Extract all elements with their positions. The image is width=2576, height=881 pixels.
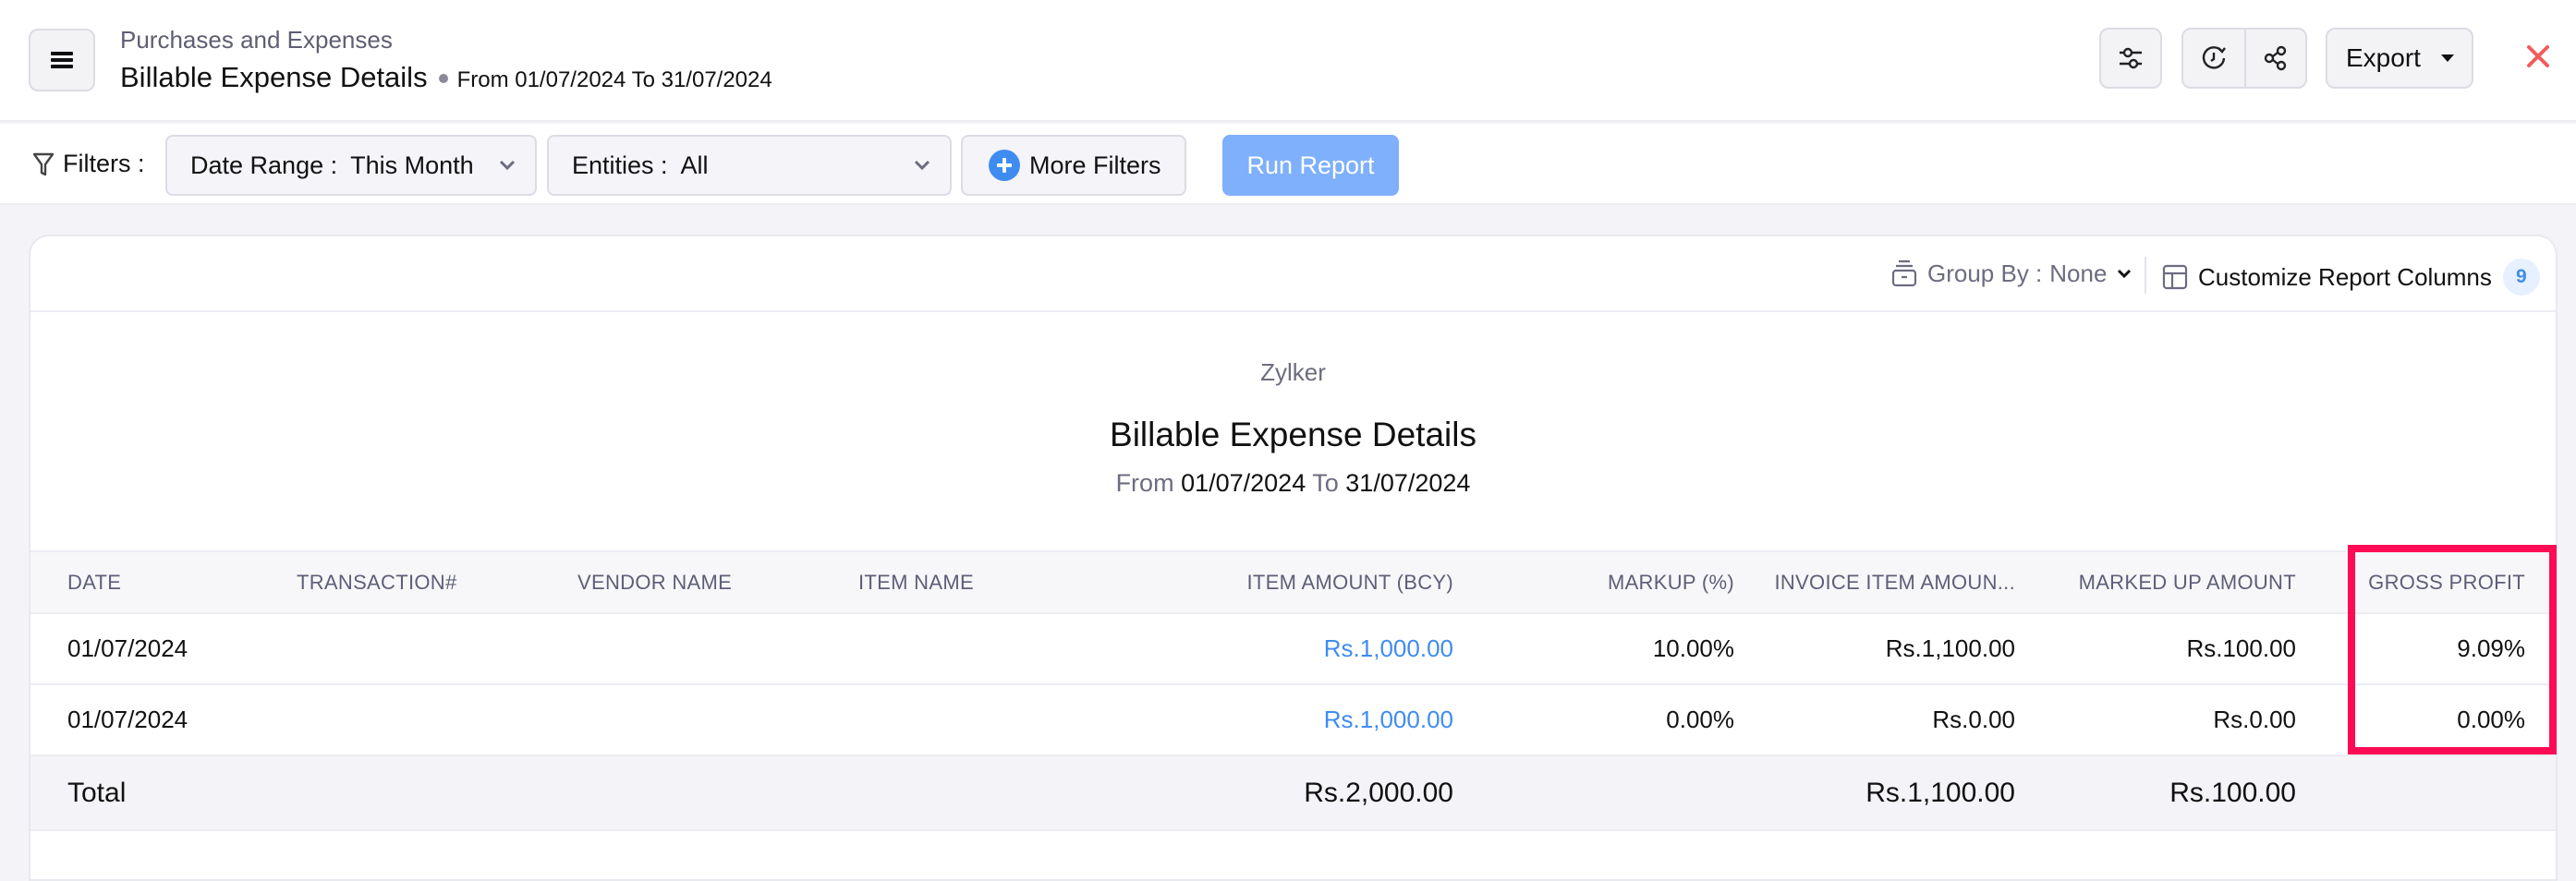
column-count-badge: 9 [2502,259,2540,296]
date-range-value: This Month [350,151,474,179]
entities-filter[interactable]: Entities : All [547,135,952,196]
filters-label: Filters : [31,150,145,178]
entities-label: Entities : [572,151,668,179]
caret-down-icon [2440,54,2454,62]
funnel-icon [32,152,55,175]
to-date: 31/07/2024 [1345,469,1471,497]
total-label: Total [30,755,289,831]
column-header-item-name[interactable]: Item Name [851,550,1054,614]
page-date-range: From 01/07/2024 To 31/07/2024 [456,67,772,92]
column-header-vendor-name[interactable]: Vendor Name [570,550,851,614]
schedule-share-group [2181,28,2307,89]
cell-invoice-item-amount: Rs.1,100.00 [1742,613,2023,685]
table-header-row: Date Transaction# Vendor Name Item Name … [30,550,2556,614]
menu-button[interactable] [29,29,95,91]
total-empty-cell [289,755,570,831]
page-title: Billable Expense Details [120,61,428,93]
share-report-button[interactable] [2243,30,2305,87]
cell-gross-profit: 0.00% [2303,684,2556,756]
group-by-label: Group By : [1927,259,2043,287]
cell-date: 01/07/2024 [30,613,289,685]
cell-item-amount-link[interactable]: Rs.1,000.00 [1054,613,1461,685]
to-label: To [1312,469,1339,497]
date-range-filter[interactable]: Date Range : This Month [165,135,537,196]
cell-item-amount-link[interactable]: Rs.1,000.00 [1054,684,1461,756]
close-icon[interactable] [2522,41,2554,72]
page-title-line: Billable Expense Details From 01/07/2024… [120,61,772,94]
cell-transaction [289,613,570,685]
clock-refresh-icon [2202,46,2226,69]
more-filters-button[interactable]: More Filters [961,135,1186,196]
report-date-range: From 01/07/2024 To 31/07/2024 [30,469,2556,498]
report-header: Purchases and Expenses Billable Expense … [0,0,2576,122]
date-range-label: Date Range : [190,151,338,179]
column-header-transaction[interactable]: Transaction# [289,550,570,614]
cell-vendor [570,613,851,685]
report-heading: Zylker Billable Expense Details From 01/… [30,312,2556,550]
plus-circle-icon [989,150,1020,181]
cell-invoice-item-amount: Rs.0.00 [1742,684,2023,756]
table-row: 01/07/2024 Rs.1,000.00 0.00% Rs.0.00 Rs.… [30,684,2556,756]
total-empty-cell [1461,755,1742,831]
cell-item [851,684,1054,756]
total-marked-up-amount: Rs.100.00 [2023,755,2303,831]
column-header-date[interactable]: Date [30,550,289,614]
filters-label-text: Filters : [63,150,145,177]
total-empty-cell [570,755,851,831]
column-header-markup[interactable]: Markup (%) [1461,550,1742,614]
total-item-amount: Rs.2,000.00 [1054,755,1461,831]
cell-vendor [570,684,851,756]
from-label: From [1115,469,1174,497]
total-row: Total Rs.2,000.00 Rs.1,100.00 Rs.100.00 [30,755,2556,831]
column-header-item-amount[interactable]: Item Amount (BCY) [1054,550,1461,614]
chevron-down-icon [2118,269,2132,279]
sliders-icon [2120,47,2142,69]
customize-columns-label: Customize Report Columns [2198,262,2492,291]
column-header-invoice-item-amount[interactable]: Invoice Item Amoun... [1742,550,2023,614]
entities-value: All [680,151,709,179]
archive-box-icon [1891,259,1917,287]
customize-columns-button[interactable]: Customize Report Columns 9 [2161,259,2540,296]
column-header-marked-up-amount[interactable]: Marked Up Amount [2023,550,2303,614]
cell-markup: 10.00% [1461,613,1742,685]
export-button[interactable]: Export [2326,28,2473,89]
hamburger-icon [51,52,73,68]
cell-marked-up-amount: Rs.100.00 [2023,613,2303,685]
toolbar-divider [2145,257,2146,294]
column-header-gross-profit[interactable]: Gross Profit [2303,550,2556,614]
cell-item [851,613,1054,685]
total-invoice-item-amount: Rs.1,100.00 [1742,755,2023,831]
cell-marked-up-amount: Rs.0.00 [2023,684,2303,756]
report-toolbar: Group By : None Customize Report Columns… [30,236,2556,312]
report-settings-button[interactable] [2099,28,2162,89]
share-icon [2264,45,2287,71]
export-label: Export [2346,43,2421,72]
from-date: 01/07/2024 [1181,469,1306,497]
cell-transaction [289,684,570,756]
chevron-down-icon [914,160,930,171]
total-empty-cell [851,755,1054,831]
chevron-down-icon [499,160,516,171]
breadcrumb[interactable]: Purchases and Expenses [120,26,393,54]
schedule-report-button[interactable] [2183,30,2244,87]
organization-name: Zylker [1260,358,1326,386]
run-report-button[interactable]: Run Report [1222,135,1399,196]
separator-dot [438,74,448,83]
report-title: Billable Expense Details [1110,416,1476,453]
report-card: Group By : None Customize Report Columns… [29,235,2558,881]
filter-bar: Filters : Date Range : This Month Entiti… [0,124,2576,205]
report-table: Date Transaction# Vendor Name Item Name … [30,550,2556,831]
group-by-value: None [2049,259,2108,287]
table-layout-icon [2162,264,2188,290]
more-filters-label: More Filters [1029,151,1161,179]
cell-date: 01/07/2024 [30,684,289,756]
group-by-dropdown[interactable]: Group By : None [1890,259,2142,288]
cell-gross-profit: 9.09% [2303,613,2556,685]
total-empty-cell [2303,755,2556,831]
table-row: 01/07/2024 Rs.1,000.00 10.00% Rs.1,100.0… [30,613,2556,685]
cell-markup: 0.00% [1461,684,1742,756]
